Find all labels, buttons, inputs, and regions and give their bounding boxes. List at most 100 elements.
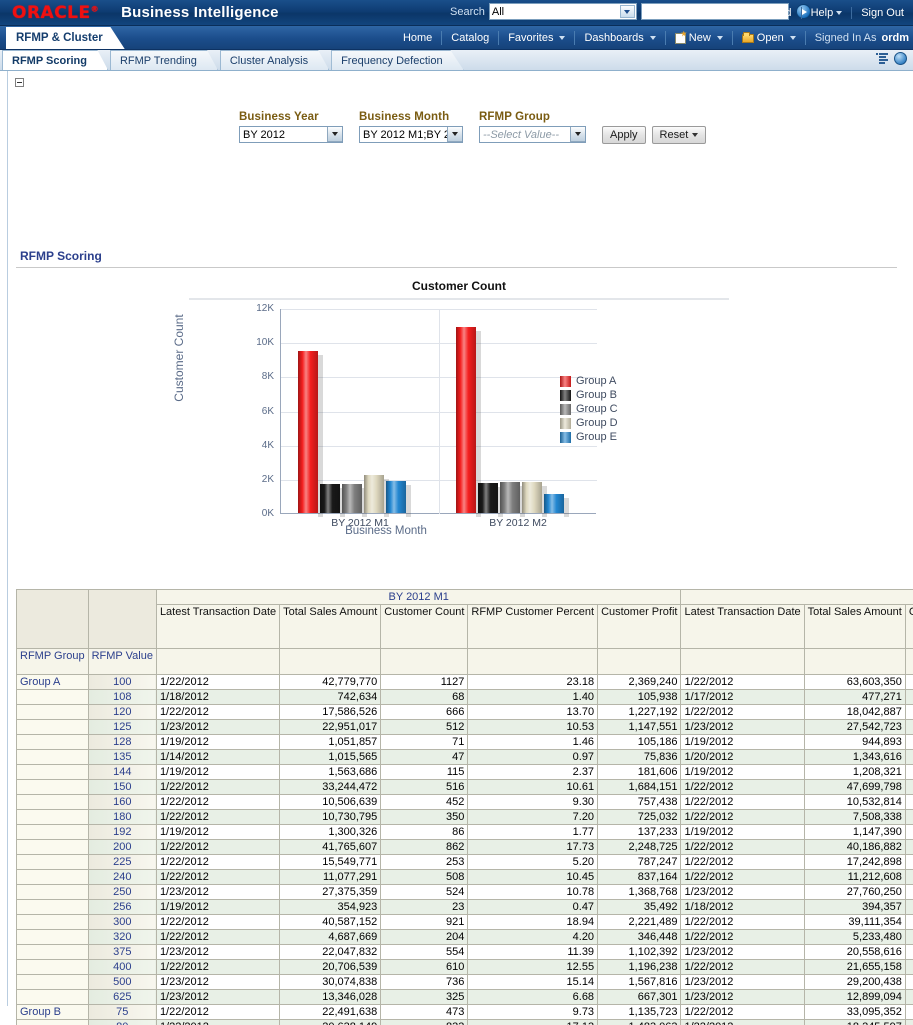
cell-rfmp-value[interactable]: 144	[88, 765, 156, 780]
col-m1-latest-transaction-date[interactable]: Latest Transaction Date	[156, 605, 279, 649]
cell-rfmp-value[interactable]: 108	[88, 690, 156, 705]
chart-bar[interactable]	[478, 483, 498, 513]
business-year-select[interactable]: BY 2012	[239, 126, 343, 143]
cell-rfmp-value[interactable]: 256	[88, 900, 156, 915]
help-circle-icon[interactable]	[894, 52, 907, 65]
tab-rfmp-scoring[interactable]: RFMP Scoring	[2, 50, 108, 70]
cell-m2-latest-transaction-date: 1/23/2012	[681, 885, 804, 900]
signed-in-user[interactable]: ordm	[882, 32, 910, 44]
cell-m1-total-sales-amount: 22,951,017	[280, 720, 381, 735]
cell-rfmp-value[interactable]: 192	[88, 825, 156, 840]
cell-rfmp-value[interactable]: 150	[88, 780, 156, 795]
nav-links: Home Catalog Favorites Dashboards New Op…	[394, 26, 913, 50]
reset-button[interactable]: Reset	[652, 126, 707, 144]
search-scope-select[interactable]: All	[489, 3, 637, 20]
chart-bar[interactable]	[386, 481, 406, 513]
rfmp-scoring-pivot-table: BY 2012 M1 BY 2012 M2 Latest Transaction…	[16, 589, 913, 1025]
dashboard-tab[interactable]: RFMP & Cluster	[6, 27, 125, 49]
cell-rfmp-value[interactable]: 160	[88, 795, 156, 810]
cell-rfmp-value[interactable]: 135	[88, 750, 156, 765]
cell-m1-latest-transaction-date: 1/22/2012	[156, 840, 279, 855]
col-m1-rfmp-customer-percent[interactable]: RFMP Customer Percent	[468, 605, 598, 649]
cell-m1-customer-count: 833	[381, 1020, 468, 1025]
chart-legend-label: Group B	[576, 389, 617, 401]
period-header-m2[interactable]: BY 2012 M2	[681, 590, 913, 605]
cell-rfmp-value[interactable]: 625	[88, 990, 156, 1005]
sign-out-link[interactable]: Sign Out	[851, 7, 913, 19]
apply-button[interactable]: Apply	[602, 126, 646, 144]
col-m2-customer-count[interactable]: Customer Count	[905, 605, 913, 649]
cell-rfmp-value[interactable]: 100	[88, 675, 156, 690]
chart-legend-item[interactable]: Group C	[560, 403, 618, 415]
chart-legend-item[interactable]: Group D	[560, 417, 618, 429]
chart-bar[interactable]	[364, 475, 384, 513]
business-month-select[interactable]: BY 2012 M1;BY 2	[359, 126, 463, 143]
cell-rfmp-value[interactable]: 500	[88, 975, 156, 990]
cell-m2-total-sales-amount: 1,208,321	[804, 765, 905, 780]
chart-bar[interactable]	[298, 351, 318, 513]
search-label: Search	[450, 6, 485, 18]
cell-rfmp-value[interactable]: 120	[88, 705, 156, 720]
nav-open[interactable]: Open	[732, 31, 805, 45]
cell-rfmp-value[interactable]: 180	[88, 810, 156, 825]
cell-rfmp-value[interactable]: 250	[88, 885, 156, 900]
cell-m1-customer-profit: 757,438	[598, 795, 681, 810]
chart-bar[interactable]	[522, 482, 542, 513]
cell-rfmp-value[interactable]: 375	[88, 945, 156, 960]
cell-rfmp-value[interactable]: 125	[88, 720, 156, 735]
chart-legend-swatch	[560, 376, 571, 387]
chart-bar[interactable]	[320, 484, 340, 513]
cell-rfmp-value[interactable]: 300	[88, 915, 156, 930]
chevron-down-icon[interactable]	[447, 127, 462, 142]
cell-rfmp-value[interactable]: 75	[88, 1005, 156, 1020]
cell-rfmp-value[interactable]: 200	[88, 840, 156, 855]
row-header-rfmp-group[interactable]: RFMP Group	[17, 649, 89, 675]
cell-rfmp-value[interactable]: 80	[88, 1020, 156, 1025]
pivot-corner-cell	[17, 590, 89, 649]
chart-legend-item[interactable]: Group E	[560, 431, 618, 443]
chart-bar[interactable]	[342, 484, 362, 513]
cell-m1-customer-profit: 1,196,238	[598, 960, 681, 975]
cell-m1-latest-transaction-date: 1/18/2012	[156, 690, 279, 705]
chart-legend-item[interactable]: Group B	[560, 389, 618, 401]
col-m2-latest-transaction-date[interactable]: Latest Transaction Date	[681, 605, 804, 649]
cell-rfmp-group	[17, 840, 89, 855]
col-m2-total-sales-amount[interactable]: Total Sales Amount	[804, 605, 905, 649]
chart-legend-item[interactable]: Group A	[560, 375, 618, 387]
cell-rfmp-value[interactable]: 128	[88, 735, 156, 750]
nav-dashboards[interactable]: Dashboards	[574, 31, 664, 45]
advanced-link[interactable]: Advanced	[734, 7, 801, 19]
chevron-down-icon[interactable]	[570, 127, 585, 142]
col-m1-total-sales-amount[interactable]: Total Sales Amount	[280, 605, 381, 649]
cell-m1-total-sales-amount: 27,375,359	[280, 885, 381, 900]
chart-bar[interactable]	[544, 494, 564, 513]
tab-frequency-defection[interactable]: Frequency Defection	[331, 50, 464, 70]
nav-favorites[interactable]: Favorites	[498, 31, 574, 45]
cell-rfmp-value[interactable]: 400	[88, 960, 156, 975]
help-menu[interactable]: Help	[801, 7, 852, 19]
cell-m1-rfmp-customer-percent: 1.46	[468, 735, 598, 750]
nav-catalog[interactable]: Catalog	[441, 31, 498, 45]
cell-rfmp-group	[17, 795, 89, 810]
chart-bar[interactable]	[456, 327, 476, 513]
tab-rfmp-trending[interactable]: RFMP Trending	[110, 50, 218, 70]
nav-home[interactable]: Home	[394, 31, 441, 45]
cell-m1-latest-transaction-date: 1/22/2012	[156, 810, 279, 825]
tab-cluster-analysis[interactable]: Cluster Analysis	[220, 50, 329, 70]
cell-rfmp-value[interactable]: 320	[88, 930, 156, 945]
page-options-icon[interactable]	[876, 52, 890, 65]
rfmp-group-select[interactable]: --Select Value--	[479, 126, 586, 143]
chart-bar[interactable]	[500, 482, 520, 513]
chevron-down-icon[interactable]	[327, 127, 342, 142]
period-header-m1[interactable]: BY 2012 M1	[156, 590, 681, 605]
collapse-section-toggle[interactable]	[15, 78, 24, 87]
col-m1-customer-profit[interactable]: Customer Profit	[598, 605, 681, 649]
row-header-rfmp-value[interactable]: RFMP Value	[88, 649, 156, 675]
chevron-down-icon[interactable]	[620, 5, 635, 18]
cell-m2-customer-count: 737	[905, 1020, 913, 1025]
cell-m1-total-sales-amount: 20,706,539	[280, 960, 381, 975]
nav-new[interactable]: New	[665, 31, 732, 45]
cell-rfmp-value[interactable]: 225	[88, 855, 156, 870]
col-m1-customer-count[interactable]: Customer Count	[381, 605, 468, 649]
cell-rfmp-value[interactable]: 240	[88, 870, 156, 885]
